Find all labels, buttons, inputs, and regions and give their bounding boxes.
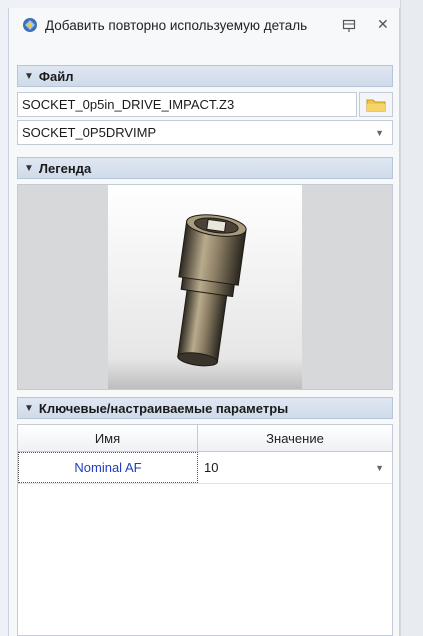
chevron-down-icon: ▼ xyxy=(375,127,384,138)
socket-part-image xyxy=(177,214,247,367)
right-scroll-strip xyxy=(400,0,423,636)
add-reusable-part-panel: Добавить повторно используемую деталь ✕ … xyxy=(8,8,400,636)
column-header-name[interactable]: Имя xyxy=(18,425,198,451)
params-table-header: Имя Значение xyxy=(18,425,392,452)
close-icon[interactable]: ✕ xyxy=(377,16,389,33)
part-preview xyxy=(17,184,393,390)
column-header-value[interactable]: Значение xyxy=(198,425,392,451)
chevron-down-icon: ▼ xyxy=(375,462,384,473)
section-title-file: Файл xyxy=(38,68,74,84)
table-row[interactable]: Nominal AF 10 ▼ xyxy=(18,452,392,484)
file-path-input[interactable]: SOCKET_0p5in_DRIVE_IMPACT.Z3 xyxy=(17,92,357,117)
param-value-dropdown[interactable]: 10 ▼ xyxy=(198,452,392,483)
param-value: 10 xyxy=(204,460,219,475)
part-select-dropdown[interactable]: SOCKET_0P5DRVIMP ▼ xyxy=(17,120,393,145)
param-name-cell[interactable]: Nominal AF xyxy=(18,452,198,483)
section-header-file[interactable]: ▼ Файл xyxy=(17,65,393,87)
panel-title: Добавить повторно используемую деталь xyxy=(45,17,308,33)
section-header-params[interactable]: ▼ Ключевые/настраиваемые параметры xyxy=(17,397,393,419)
part-selected-value: SOCKET_0P5DRVIMP xyxy=(22,125,157,140)
params-table: Имя Значение Nominal AF 10 ▼ xyxy=(17,424,393,636)
triangle-down-icon: ▼ xyxy=(24,402,34,414)
section-header-legend[interactable]: ▼ Легенда xyxy=(17,157,393,179)
triangle-down-icon: ▼ xyxy=(24,70,34,82)
triangle-down-icon: ▼ xyxy=(24,162,34,174)
section-title-legend: Легенда xyxy=(38,160,92,176)
part-library-icon xyxy=(23,18,37,32)
browse-folder-button[interactable] xyxy=(359,92,393,117)
folder-icon xyxy=(366,99,386,111)
panel-titlebar: Добавить повторно используемую деталь ✕ xyxy=(9,10,399,40)
file-path-value: SOCKET_0p5in_DRIVE_IMPACT.Z3 xyxy=(22,97,235,112)
section-title-params: Ключевые/настраиваемые параметры xyxy=(38,400,289,416)
pin-icon[interactable] xyxy=(342,19,356,33)
